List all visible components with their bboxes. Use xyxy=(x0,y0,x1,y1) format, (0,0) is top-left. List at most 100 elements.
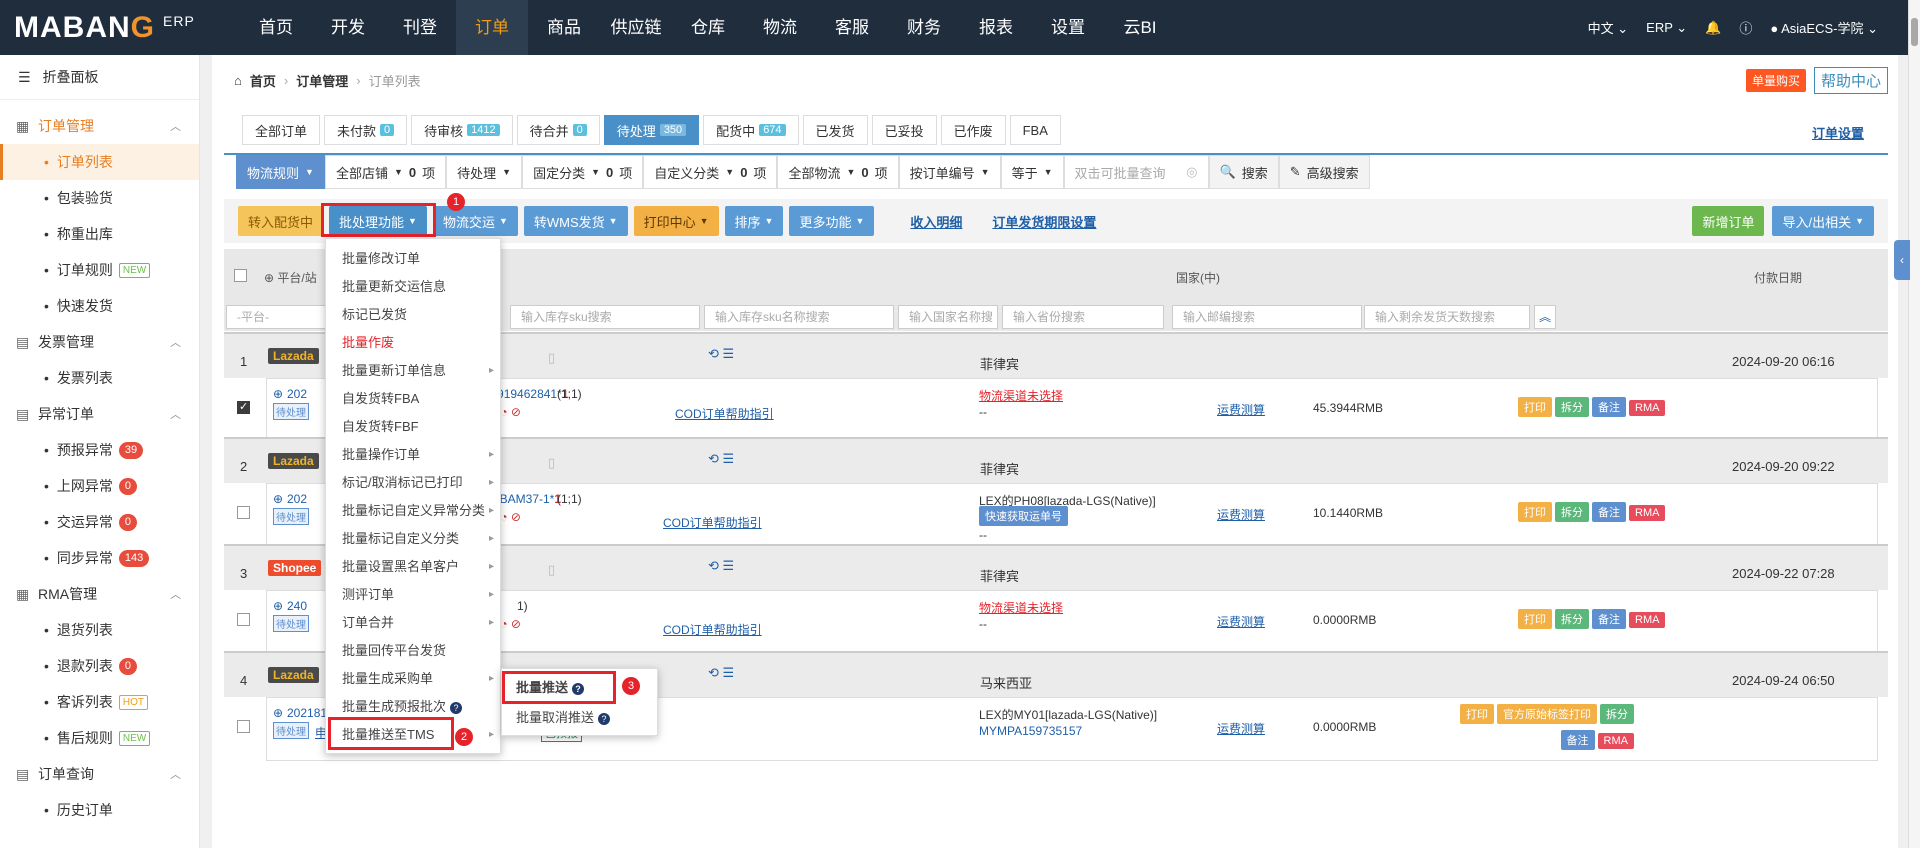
batch-menu-item-14[interactable]: 批量回传平台发货 xyxy=(326,637,500,665)
wms-ship-button[interactable]: 转WMS发货 ▼ xyxy=(523,206,628,236)
batch-menu-item-1[interactable]: 批量更新交运信息 xyxy=(326,273,500,301)
batch-menu-item-8[interactable]: 标记/取消标记已打印 ▸ xyxy=(326,469,500,497)
column-search-1[interactable]: 输入库存sku搜索 xyxy=(510,305,700,329)
order-number[interactable]: 202 xyxy=(287,387,307,401)
cod-help-link[interactable]: COD订单帮助指引 xyxy=(675,405,774,422)
column-search-6[interactable]: 输入剩余发货天数搜索 xyxy=(1364,305,1530,329)
nav-item-9[interactable]: 财务 xyxy=(888,0,960,55)
sidebar-item-0-2[interactable]: • 称重出库 xyxy=(0,216,199,252)
tab-4[interactable]: 待处理 350 xyxy=(603,115,700,145)
batch-menu-item-0[interactable]: 批量修改订单 xyxy=(326,245,500,273)
logistics-ship-button[interactable]: 物流交运 ▼ xyxy=(432,206,518,236)
rma-button[interactable]: RMA xyxy=(1597,733,1634,749)
column-search-4[interactable]: 输入省份搜索 xyxy=(1002,305,1164,329)
order-settings-link[interactable]: 订单设置 xyxy=(1812,123,1864,142)
side-expand-tab[interactable]: ‹ xyxy=(1894,240,1910,280)
select-all-checkbox[interactable] xyxy=(234,269,247,282)
camera-icon[interactable]: ◎ xyxy=(1186,164,1197,180)
scrollbar-thumb[interactable] xyxy=(1911,18,1918,46)
logistics-channel[interactable]: 物流渠道未选择 xyxy=(979,599,1063,616)
split-button[interactable]: 拆分 xyxy=(1555,397,1589,417)
rma-button[interactable]: RMA xyxy=(1629,505,1666,521)
order-number[interactable]: 240 xyxy=(287,599,307,613)
batch-menu-item-6[interactable]: 自发货转FBF xyxy=(326,413,500,441)
logistics-filter[interactable]: 全部物流 ▼ 0 项 xyxy=(777,155,899,189)
get-tracking-button[interactable]: 快速获取运单号 xyxy=(979,506,1068,526)
income-detail-link[interactable]: 收入明细 xyxy=(910,212,962,231)
pending-filter[interactable]: 待处理 ▼ xyxy=(446,155,523,189)
freight-calc-link[interactable]: 运费测算 xyxy=(1217,720,1265,737)
help-icon[interactable]: ? xyxy=(598,713,611,725)
fold-panel-button[interactable]: ☰ 折叠面板 xyxy=(0,55,199,100)
fixed-category-filter[interactable]: 固定分类 ▼ 0 项 xyxy=(522,155,644,189)
official-label-print-button[interactable]: 官方原始标签打印 xyxy=(1497,704,1597,724)
nav-item-0[interactable]: 首页 xyxy=(240,0,312,55)
sidebar-item-2-2[interactable]: • 交运异常 0 xyxy=(0,504,199,540)
help-icon[interactable]: ? xyxy=(572,683,585,695)
sidebar-item-0-4[interactable]: • 快速发货 xyxy=(0,288,199,324)
tab-2[interactable]: 待审核 1412 xyxy=(411,115,513,145)
batch-menu-item-11[interactable]: 批量设置黑名单客户 ▸ xyxy=(326,553,500,581)
batch-menu-item-10[interactable]: 批量标记自定义分类 ▸ xyxy=(326,525,500,553)
sidebar-group-0[interactable]: ▦ 订单管理 ︿ xyxy=(0,108,199,144)
print-button[interactable]: 打印 xyxy=(1518,397,1552,417)
move-to-picking-button[interactable]: 转入配货中 xyxy=(238,206,324,236)
tab-9[interactable]: FBA xyxy=(1009,115,1061,145)
batch-menu-item-4[interactable]: 批量更新订单信息 ▸ xyxy=(326,357,500,385)
sidebar-group-2[interactable]: ▤ 异常订单 ︿ xyxy=(0,396,199,432)
tab-6[interactable]: 已发货 xyxy=(802,115,868,145)
sidebar-group-1[interactable]: ▤ 发票管理 ︿ xyxy=(0,324,199,360)
plus-icon[interactable]: ⊕ xyxy=(273,492,283,506)
breadcrumb-home[interactable]: 首页 xyxy=(250,71,276,90)
sidebar-item-1-0[interactable]: • 发票列表 xyxy=(0,360,199,396)
tab-7[interactable]: 已妥投 xyxy=(871,115,937,145)
home-icon[interactable]: ⌂ xyxy=(234,73,242,88)
tab-1[interactable]: 未付款 0 xyxy=(324,115,408,145)
sidebar-item-0-1[interactable]: • 包装验货 xyxy=(0,180,199,216)
freight-calc-link[interactable]: 运费测算 xyxy=(1217,613,1265,630)
user-menu[interactable]: ● AsiaECS-学院 ⌄ xyxy=(1770,18,1878,37)
split-button[interactable]: 拆分 xyxy=(1600,704,1634,724)
platform-column-header[interactable]: ⊕ 平台/站 xyxy=(264,269,317,286)
push-submenu-item-1[interactable]: 批量取消推送? xyxy=(502,703,657,733)
sidebar-item-3-0[interactable]: • 退货列表 xyxy=(0,612,199,648)
sidebar-item-0-3[interactable]: • 订单规则 NEW xyxy=(0,252,199,288)
split-button[interactable]: 拆分 xyxy=(1555,609,1589,629)
batch-menu-item-16[interactable]: 批量生成预报批次? xyxy=(326,693,500,721)
search-input[interactable]: 双击可批量查询 ◎ xyxy=(1063,155,1209,189)
sidebar-item-4-0[interactable]: • 历史订单 xyxy=(0,792,199,828)
row-checkbox[interactable] xyxy=(237,720,250,733)
nav-item-2[interactable]: 刊登 xyxy=(384,0,456,55)
language-select[interactable]: 中文 ⌄ xyxy=(1588,18,1629,37)
store-filter[interactable]: 全部店铺 ▼ 0 项 xyxy=(324,155,447,189)
row-checkbox[interactable] xyxy=(237,400,250,414)
tab-8[interactable]: 已作废 xyxy=(940,115,1006,145)
batch-menu-item-3[interactable]: 批量作废 xyxy=(326,329,500,357)
row-checkbox[interactable] xyxy=(237,613,250,626)
history-icon[interactable]: ⟲ ☰ xyxy=(708,558,734,574)
batch-menu-item-15[interactable]: 批量生成采购单 ▸ xyxy=(326,665,500,693)
sidebar-item-2-1[interactable]: • 上网异常 0 xyxy=(0,468,199,504)
note-button[interactable]: 备注 xyxy=(1592,609,1626,629)
advanced-search-button[interactable]: ✎ 高级搜索 xyxy=(1278,155,1370,189)
logistics-channel[interactable]: LEX的MY01[lazada-LGS(Native)] xyxy=(979,706,1157,723)
nav-item-10[interactable]: 报表 xyxy=(960,0,1032,55)
history-icon[interactable]: ⟲ ☰ xyxy=(708,346,734,362)
custom-category-filter[interactable]: 自定义分类 ▼ 0 项 xyxy=(643,155,778,189)
sidebar-item-3-2[interactable]: • 客诉列表 HOT xyxy=(0,684,199,720)
column-search-2[interactable]: 输入库存sku名称搜索 xyxy=(704,305,894,329)
batch-menu-item-13[interactable]: 订单合并 ▸ xyxy=(326,609,500,637)
sort-button[interactable]: 排序 ▼ xyxy=(724,206,784,236)
plus-icon[interactable]: ⊕ xyxy=(273,706,283,720)
batch-menu-item-17[interactable]: 批量推送至TMS ▸ xyxy=(326,721,500,749)
breadcrumb-mid[interactable]: 订单管理 xyxy=(296,71,348,90)
batch-menu-item-7[interactable]: 批量操作订单 ▸ xyxy=(326,441,500,469)
collapse-search-button[interactable]: ︽ xyxy=(1534,305,1556,329)
print-center-button[interactable]: 打印中心 ▼ xyxy=(633,206,719,236)
tab-0[interactable]: 全部订单 xyxy=(242,115,321,145)
new-order-button[interactable]: 新增订单 xyxy=(1692,206,1765,236)
nav-item-6[interactable]: 仓库 xyxy=(672,0,744,55)
column-search-3[interactable]: 输入国家名称搜索 xyxy=(898,305,998,346)
rma-button[interactable]: RMA xyxy=(1629,612,1666,628)
tab-5[interactable]: 配货中 674 xyxy=(703,115,799,145)
